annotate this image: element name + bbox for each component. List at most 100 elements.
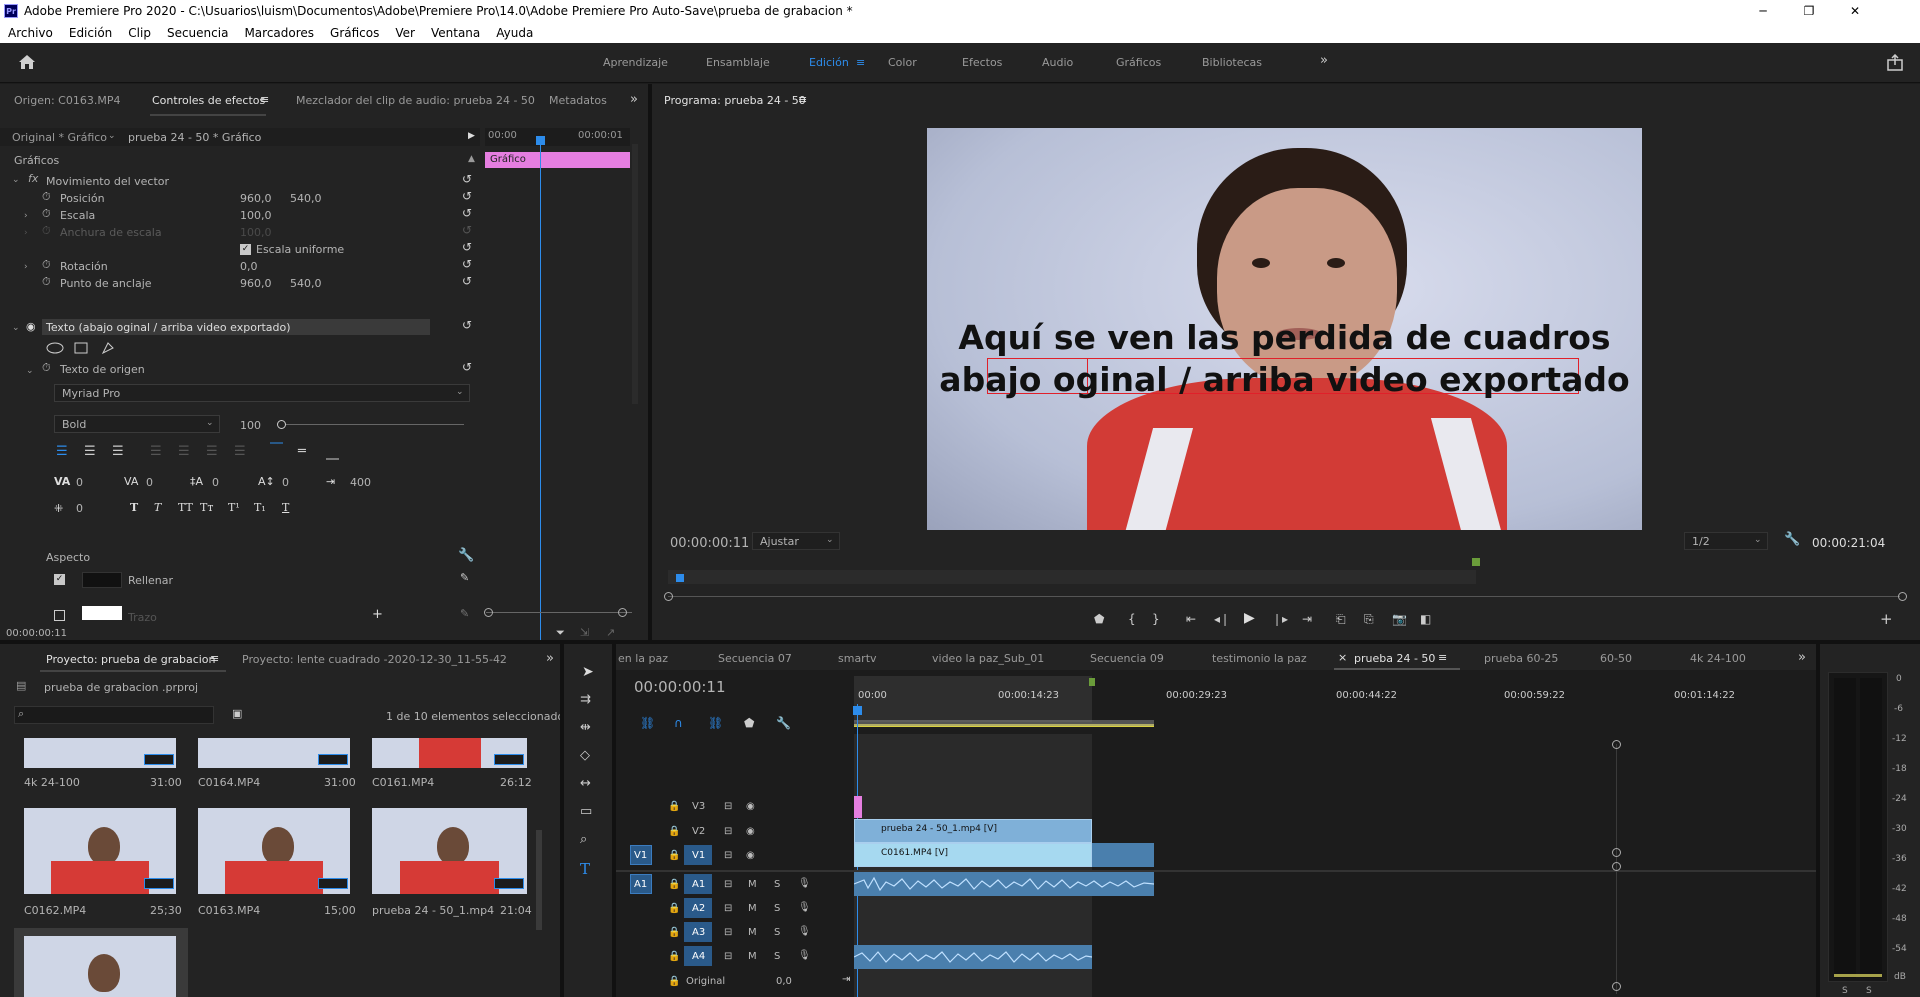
menu-secuencia[interactable]: Secuencia (167, 26, 228, 40)
reset-icon[interactable]: ↺ (462, 207, 474, 219)
pen-tool-icon[interactable]: ▭ (580, 804, 592, 819)
all-caps-icon[interactable]: TT (178, 501, 193, 514)
reset-icon[interactable]: ↺ (462, 319, 474, 331)
align-center-icon[interactable]: ☰ (84, 444, 96, 459)
menu-ventana[interactable]: Ventana (431, 26, 480, 40)
position-x-value[interactable]: 960,0 (240, 192, 272, 205)
scroll-handle[interactable] (1612, 982, 1621, 991)
menu-marcadores[interactable]: Marcadores (244, 26, 314, 40)
superscript-icon[interactable]: T¹ (228, 501, 240, 514)
linked-selection-icon[interactable]: ⛓ (708, 716, 723, 730)
lock-icon[interactable]: 🔒 (668, 801, 680, 812)
font-size-slider-handle[interactable] (277, 420, 286, 429)
nest-icon[interactable]: ⛓ (640, 716, 655, 730)
export-frame-icon[interactable]: ⇲ (580, 626, 589, 639)
lock-icon[interactable]: 🔒 (668, 903, 680, 914)
seq-tab[interactable]: prueba 60-25 (1484, 652, 1558, 665)
voice-over-mic-icon[interactable]: 🎙 (798, 926, 811, 937)
position-y-value[interactable]: 540,0 (290, 192, 322, 205)
maximize-button[interactable]: ❐ (1786, 0, 1832, 22)
voice-over-mic-icon[interactable]: 🎙 (798, 902, 811, 913)
stopwatch-icon[interactable]: ⏱ (42, 258, 51, 272)
comparison-view-icon[interactable]: ◧ (1420, 612, 1431, 626)
ripple-edit-tool-icon[interactable]: ⇹ (580, 720, 591, 735)
mark-out-icon[interactable]: } (1152, 612, 1160, 626)
mark-in-icon[interactable]: { (1128, 612, 1136, 626)
faux-italic-icon[interactable]: T (154, 501, 161, 514)
reset-icon[interactable]: ↺ (462, 241, 474, 253)
thumbnail-graphic[interactable] (24, 936, 176, 997)
filter-icon[interactable]: ⏷ (556, 626, 565, 640)
close-tab-icon[interactable]: × (1338, 651, 1347, 664)
settings-wrench-icon[interactable]: 🔧 (1784, 532, 1800, 547)
stroke-checkbox[interactable] (54, 610, 65, 621)
ec-timecode[interactable]: 00:00:00:11 (6, 628, 67, 639)
anchor-y-value[interactable]: 540,0 (290, 277, 322, 290)
snap-icon[interactable]: ∩ (674, 716, 683, 730)
lock-icon[interactable]: 🔒 (668, 826, 680, 837)
timeline-timecode[interactable]: 00:00:00:11 (634, 678, 726, 696)
master-clip-label[interactable]: Original * Gráfico (12, 131, 107, 144)
meter-solo-right[interactable]: S (1866, 986, 1872, 996)
tab-project[interactable]: Proyecto: prueba de grabacion (46, 653, 216, 666)
wrench-icon[interactable]: 🔧 (458, 548, 474, 563)
chevron-down-icon[interactable]: ⌄ (1754, 535, 1762, 545)
go-to-end-icon[interactable]: ⇥ (842, 974, 850, 985)
solo-button[interactable]: S (774, 879, 780, 890)
voice-over-mic-icon[interactable]: 🎙 (798, 950, 811, 961)
zoom-handle-right[interactable] (1898, 592, 1907, 601)
rectangle-mask-icon[interactable] (74, 342, 88, 354)
seq-tab[interactable]: Secuencia 09 (1090, 652, 1164, 665)
sync-lock-icon[interactable]: ⊟ (724, 903, 732, 914)
panel-overflow-icon[interactable]: » (630, 92, 638, 107)
ec-scrollbar[interactable] (632, 144, 638, 404)
workspace-ensamblaje[interactable]: Ensamblaje (706, 56, 770, 69)
subscript-icon[interactable]: T₁ (254, 501, 266, 514)
ellipse-mask-icon[interactable] (46, 342, 64, 354)
slip-tool-icon[interactable]: ↔ (580, 776, 591, 791)
mute-button[interactable]: M (748, 879, 757, 890)
expand-chevron-icon[interactable]: › (24, 262, 28, 272)
program-video-frame[interactable]: Aquí se ven las perdida de cuadros abajo… (927, 128, 1642, 530)
expand-chevron-icon[interactable]: ⌄ (12, 323, 20, 333)
seq-tab[interactable]: 60-50 (1600, 652, 1632, 665)
kerning-value[interactable]: 0 (76, 476, 83, 489)
seq-tab[interactable]: smartv (838, 652, 877, 665)
seq-tab-active[interactable]: prueba 24 - 50 (1354, 652, 1435, 665)
align-left-icon[interactable]: ☰ (56, 444, 68, 459)
fill-checkbox[interactable]: ✓ (54, 574, 65, 585)
step-forward-icon[interactable]: ❘▸ (1272, 612, 1288, 626)
clip-v1-tail[interactable] (1092, 843, 1154, 867)
visibility-eye-icon[interactable]: ◉ (26, 320, 36, 333)
step-back-icon[interactable]: ◂❘ (1214, 612, 1230, 626)
new-bin-icon[interactable]: ▣ (232, 707, 242, 720)
ec-zoom-handle-left[interactable] (484, 608, 493, 617)
solo-button[interactable]: S (774, 927, 780, 938)
chevron-down-icon[interactable]: ⌄ (456, 387, 464, 397)
lock-icon[interactable]: 🔒 (668, 951, 680, 962)
tab-metadata[interactable]: Metadatos (549, 94, 607, 107)
overlay-text-line1[interactable]: Aquí se ven las perdida de cuadros (927, 318, 1642, 357)
home-icon[interactable] (18, 54, 36, 70)
stroke-color-swatch[interactable] (82, 606, 122, 620)
scroll-handle[interactable] (1612, 862, 1621, 871)
mute-button[interactable]: M (748, 927, 757, 938)
ec-playhead-handle[interactable] (536, 136, 545, 145)
underline-icon[interactable]: T (282, 501, 289, 514)
align-top-icon[interactable]: ⎺ (270, 442, 283, 457)
zoom-handle-left[interactable] (664, 592, 673, 601)
stopwatch-icon[interactable]: ⏱ (42, 190, 51, 204)
reset-icon[interactable]: ↺ (462, 190, 474, 202)
play-icon[interactable]: ▶ (1244, 610, 1255, 626)
project-search-input[interactable] (14, 706, 214, 724)
fill-color-swatch[interactable] (82, 572, 122, 588)
workspace-graficos[interactable]: Gráficos (1116, 56, 1161, 69)
tracking-value[interactable]: 0 (146, 476, 153, 489)
more-workspaces-icon[interactable]: » (1320, 53, 1328, 68)
program-title[interactable]: Programa: prueba 24 - 50 (664, 94, 806, 107)
play-only-icon[interactable]: ▶ (468, 131, 475, 141)
align-middle-icon[interactable]: ═ (298, 444, 306, 459)
menu-ayuda[interactable]: Ayuda (496, 26, 533, 40)
mute-button[interactable]: M (748, 903, 757, 914)
font-size-slider-track[interactable] (280, 424, 464, 425)
